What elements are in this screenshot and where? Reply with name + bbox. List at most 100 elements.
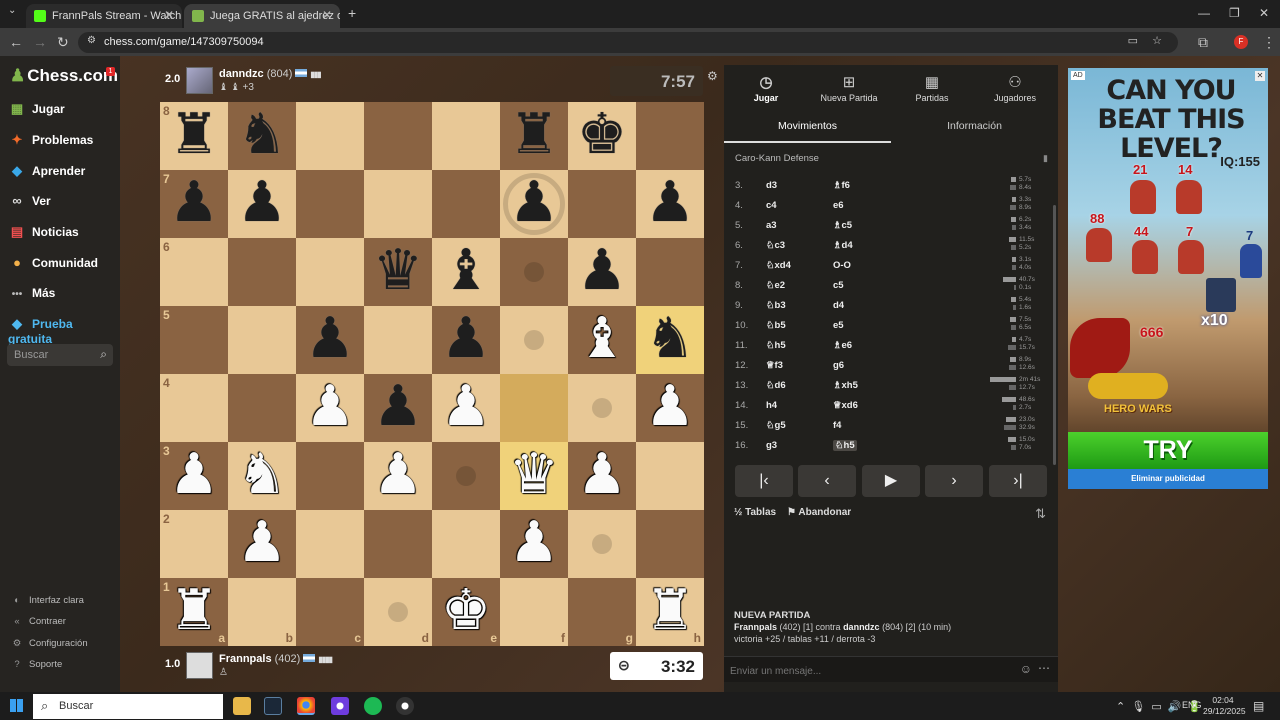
- black-queen-icon[interactable]: ♛: [364, 238, 432, 306]
- square-c5[interactable]: ♟: [296, 306, 364, 374]
- emoji-icon[interactable]: ☺: [1020, 662, 1032, 676]
- square-d1[interactable]: d: [364, 578, 432, 646]
- square-a7[interactable]: ♟ 7: [160, 170, 228, 238]
- white-queen-icon[interactable]: ♛: [500, 442, 568, 510]
- white-move[interactable]: ♘d6: [766, 380, 786, 391]
- square-a1[interactable]: ♜ 1 a: [160, 578, 228, 646]
- white-pawn-icon[interactable]: ♟: [296, 374, 364, 442]
- sidebar-item-noticias[interactable]: ▤ Noticias: [8, 224, 120, 248]
- sidebar-item-trial[interactable]: ◆ Prueba gratuita: [8, 316, 120, 346]
- black-move[interactable]: ♗d4: [833, 240, 853, 251]
- square-d5[interactable]: [364, 306, 432, 374]
- more-options-icon[interactable]: ⋯: [1038, 661, 1050, 675]
- square-d8[interactable]: [364, 102, 432, 170]
- square-a2[interactable]: 2: [160, 510, 228, 578]
- tab-informacion[interactable]: Información: [891, 120, 1058, 132]
- square-e3[interactable]: [432, 442, 500, 510]
- notifications-icon[interactable]: ▤: [1253, 699, 1264, 713]
- draw-button[interactable]: ½ Tablas: [734, 507, 776, 518]
- chess-board[interactable]: ♜ 8 ♞ ♜ ♚ ♟ 7 ♟ ♟ ♟ 6 ♛ ♝ ♟ 5 ♟ ♟ ♝ ♞ 4 ♟ ♟ ♟ ♟ ♟ 3 ♞ ♟ ♛ ♟ 2 ♟ ♟ ♜ 1 a b c d ♚…: [160, 102, 704, 646]
- square-g7[interactable]: [568, 170, 636, 238]
- white-pawn-icon[interactable]: ♟: [160, 442, 228, 510]
- square-h7[interactable]: ♟: [636, 170, 704, 238]
- square-b1[interactable]: b: [228, 578, 296, 646]
- white-move[interactable]: ♘e2: [766, 280, 785, 291]
- black-move[interactable]: c5: [833, 280, 844, 291]
- square-h5[interactable]: ♞: [636, 306, 704, 374]
- square-e4[interactable]: ♟: [432, 374, 500, 442]
- browser-menu-icon[interactable]: ⋮: [1262, 34, 1276, 51]
- notification-badge[interactable]: 1: [106, 67, 115, 76]
- legal-move-dot[interactable]: [388, 602, 408, 622]
- square-h4[interactable]: ♟: [636, 374, 704, 442]
- square-e5[interactable]: ♟: [432, 306, 500, 374]
- black-move[interactable]: ♗c5: [833, 220, 852, 231]
- square-d7[interactable]: [364, 170, 432, 238]
- square-g2[interactable]: [568, 510, 636, 578]
- black-bishop-icon[interactable]: ♝: [432, 238, 500, 306]
- tab-jugar[interactable]: ◷ Jugar: [724, 73, 808, 103]
- chat-input[interactable]: [730, 663, 1000, 679]
- black-move[interactable]: g6: [833, 360, 844, 371]
- square-g4[interactable]: [568, 374, 636, 442]
- white-pawn-icon[interactable]: ♟: [500, 510, 568, 578]
- white-pawn-icon[interactable]: ♟: [432, 374, 500, 442]
- new-tab-button[interactable]: +: [348, 5, 356, 21]
- ad-try-button[interactable]: TRY: [1068, 432, 1268, 469]
- sidebar-item-support[interactable]: ? Soporte: [10, 659, 62, 675]
- square-e8[interactable]: [432, 102, 500, 170]
- square-b5[interactable]: [228, 306, 296, 374]
- black-move[interactable]: e6: [833, 200, 844, 211]
- tab-partidas[interactable]: ▦ Partidas: [890, 73, 974, 103]
- square-e7[interactable]: [432, 170, 500, 238]
- square-b4[interactable]: [228, 374, 296, 442]
- black-knight-icon[interactable]: ♞: [636, 306, 704, 374]
- player-name[interactable]: Frannpals (402) ▮▮▮▮: [219, 653, 333, 665]
- legal-move-dot[interactable]: [524, 330, 544, 350]
- square-f7[interactable]: ♟: [500, 170, 568, 238]
- first-move-button[interactable]: |‹: [735, 465, 793, 497]
- black-move[interactable]: ♗f6: [833, 180, 850, 191]
- browser-tab-kick[interactable]: FrannPals Stream - Watch Live ✕: [26, 4, 182, 28]
- square-c4[interactable]: ♟: [296, 374, 364, 442]
- white-move[interactable]: ♘c3: [766, 240, 785, 251]
- black-move[interactable]: ♗e6: [833, 340, 852, 351]
- spotify-icon[interactable]: [364, 697, 382, 715]
- white-pawn-icon[interactable]: ♟: [228, 510, 296, 578]
- opening-book-icon[interactable]: ▮: [1043, 153, 1048, 164]
- black-knight-icon[interactable]: ♞: [228, 102, 296, 170]
- white-move[interactable]: h4: [766, 400, 777, 411]
- cast-icon[interactable]: ▭: [1128, 34, 1138, 47]
- sidebar-item-ver[interactable]: ∞ Ver: [8, 193, 120, 217]
- avatar[interactable]: [186, 67, 213, 94]
- windows-start-icon[interactable]: [10, 699, 23, 712]
- square-b6[interactable]: [228, 238, 296, 306]
- white-move[interactable]: ♕f3: [766, 360, 783, 371]
- square-c8[interactable]: [296, 102, 364, 170]
- move-list-scrollbar[interactable]: [1053, 205, 1056, 465]
- square-d6[interactable]: ♛: [364, 238, 432, 306]
- last-move-button[interactable]: ›|: [989, 465, 1047, 497]
- black-move[interactable]: ♕xd6: [833, 400, 858, 411]
- square-b2[interactable]: ♟: [228, 510, 296, 578]
- avatar[interactable]: [186, 652, 213, 679]
- capture-ring[interactable]: [503, 173, 565, 235]
- sidebar-item-comunidad[interactable]: ● Comunidad: [8, 255, 120, 279]
- black-pawn-icon[interactable]: ♟: [636, 170, 704, 238]
- black-pawn-icon[interactable]: ♟: [228, 170, 296, 238]
- resign-button[interactable]: ⚑ Abandonar: [787, 507, 851, 518]
- square-g5[interactable]: ♝: [568, 306, 636, 374]
- black-move[interactable]: ♗xh5: [833, 380, 858, 391]
- square-d4[interactable]: ♟: [364, 374, 432, 442]
- minimize-icon[interactable]: —: [1198, 6, 1210, 20]
- forward-icon[interactable]: →: [33, 34, 47, 50]
- square-b7[interactable]: ♟: [228, 170, 296, 238]
- legal-move-dot[interactable]: [456, 466, 476, 486]
- black-rook-icon[interactable]: ♜: [160, 102, 228, 170]
- close-tab-icon[interactable]: ✕: [164, 8, 174, 22]
- close-window-icon[interactable]: ✕: [1259, 6, 1269, 20]
- file-explorer-icon[interactable]: [233, 697, 251, 715]
- close-tab-icon[interactable]: ✕: [322, 8, 332, 22]
- obs-icon[interactable]: [396, 697, 414, 715]
- black-pawn-icon[interactable]: ♟: [160, 170, 228, 238]
